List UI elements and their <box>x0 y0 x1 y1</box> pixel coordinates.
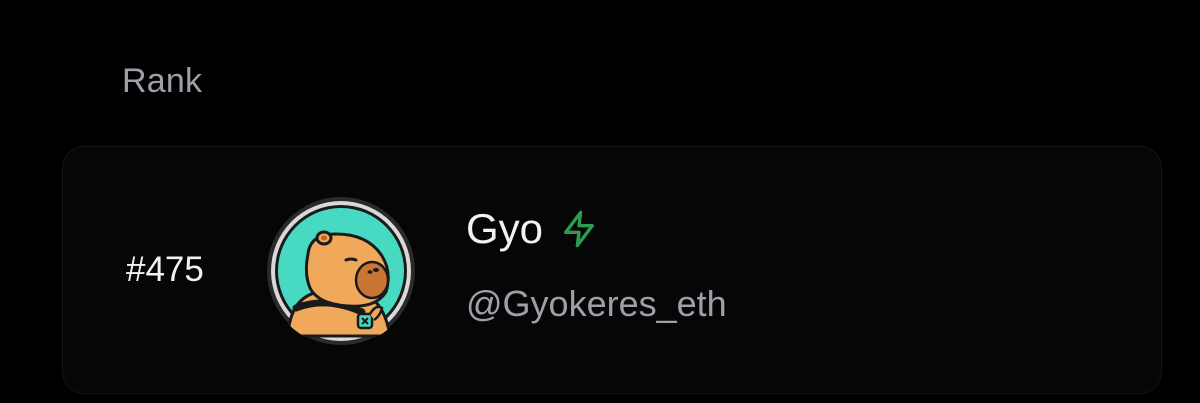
user-handle[interactable]: @Gyokeres_eth <box>466 286 727 322</box>
avatar[interactable] <box>266 196 416 346</box>
leaderboard-page: Rank #475 Gyo @Gyokeres_eth <box>0 0 1200 403</box>
name-row: Gyo <box>466 208 599 250</box>
rank-column-header: Rank <box>122 62 203 100</box>
lightning-bolt-icon <box>559 209 599 249</box>
display-name[interactable]: Gyo <box>466 208 543 250</box>
capybara-avatar-icon <box>267 197 415 345</box>
rank-value: #475 <box>126 250 204 289</box>
leaderboard-entry-card[interactable] <box>62 146 1162 394</box>
